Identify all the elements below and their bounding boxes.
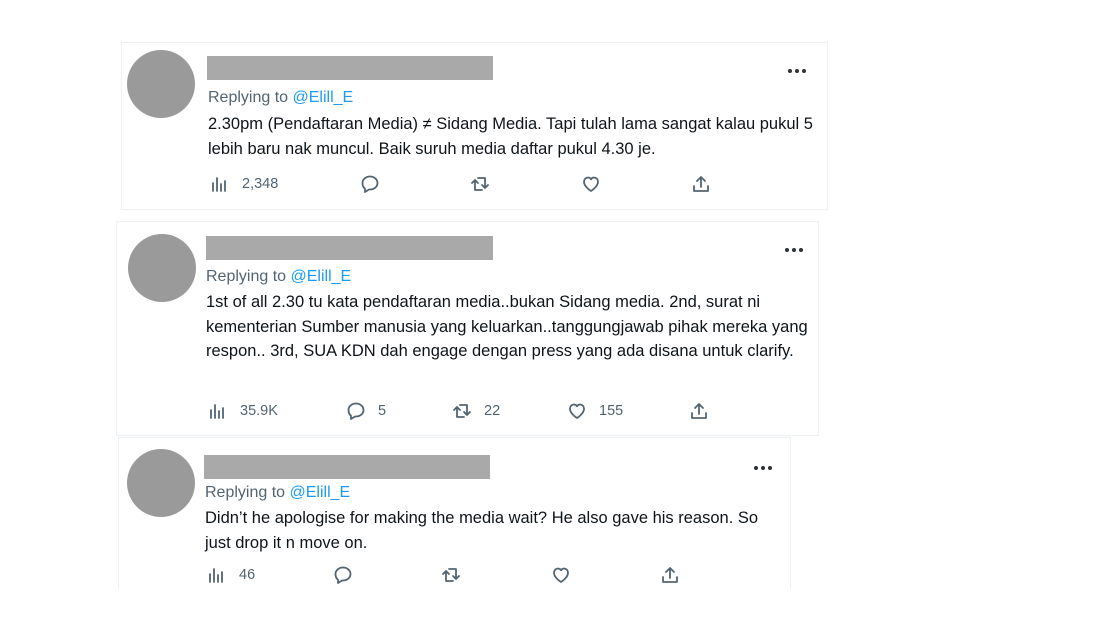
reply-action[interactable]: 5 bbox=[346, 401, 386, 421]
reply-icon bbox=[361, 175, 379, 193]
redacted-name bbox=[204, 455, 490, 479]
redacted-name bbox=[206, 236, 493, 260]
share-action[interactable] bbox=[660, 565, 680, 585]
views-icon bbox=[212, 177, 226, 192]
tweet-text: 2.30pm (Pendaftaran Media) ≠ Sidang Medi… bbox=[208, 115, 813, 158]
replying-handle-link[interactable]: @Elill_E bbox=[290, 484, 351, 501]
share-action[interactable] bbox=[689, 401, 709, 421]
replying-prefix: Replying to bbox=[206, 268, 287, 285]
reply-icon bbox=[347, 402, 365, 420]
share-action[interactable] bbox=[691, 174, 711, 194]
more-icon[interactable] bbox=[752, 463, 774, 473]
replying-prefix: Replying to bbox=[205, 484, 286, 501]
views-count: 2,348 bbox=[242, 176, 279, 192]
like-action[interactable]: 155 bbox=[567, 401, 623, 421]
views-icon bbox=[210, 404, 224, 419]
replying-prefix: Replying to bbox=[208, 89, 289, 106]
tweet-card[interactable]: Replying to @Elill_E Didn’t he apologise… bbox=[118, 437, 791, 589]
tweet-text: 1st of all 2.30 tu kata pendaftaran medi… bbox=[206, 293, 808, 360]
avatar[interactable] bbox=[127, 50, 195, 118]
share-icon bbox=[662, 567, 678, 583]
retweet-action[interactable] bbox=[441, 565, 473, 585]
reply-icon bbox=[334, 566, 352, 584]
retweet-icon bbox=[471, 177, 489, 191]
replying-handle-link[interactable]: @Elill_E bbox=[291, 268, 352, 285]
like-action[interactable] bbox=[551, 565, 583, 585]
replying-to: Replying to @Elill_E bbox=[206, 268, 351, 286]
retweet-icon bbox=[453, 404, 471, 418]
reply-action[interactable] bbox=[333, 565, 365, 585]
retweet-icon bbox=[442, 568, 460, 582]
replying-to: Replying to @Elill_E bbox=[208, 89, 353, 107]
like-action[interactable] bbox=[581, 174, 613, 194]
avatar[interactable] bbox=[128, 234, 196, 302]
like-icon bbox=[569, 403, 585, 419]
tweet-card[interactable]: Replying to @Elill_E 2.30pm (Pendaftaran… bbox=[121, 42, 828, 210]
views-count: 46 bbox=[239, 567, 256, 583]
tweet-card[interactable]: Replying to @Elill_E 1st of all 2.30 tu … bbox=[116, 221, 819, 436]
tweet-actions: 2,348 bbox=[210, 174, 730, 194]
like-icon bbox=[583, 176, 599, 192]
reply-action[interactable] bbox=[360, 174, 392, 194]
share-icon bbox=[691, 403, 707, 419]
reply-count: 5 bbox=[378, 403, 387, 419]
more-icon[interactable] bbox=[786, 66, 808, 76]
retweet-count: 22 bbox=[484, 403, 501, 419]
avatar[interactable] bbox=[127, 449, 195, 517]
like-icon bbox=[553, 567, 569, 583]
tweet-text: Didn’t he apologise for making the media… bbox=[205, 509, 759, 552]
tweet-actions: 35.9K 5 22 155 bbox=[208, 401, 728, 421]
views-action[interactable]: 35.9K bbox=[208, 401, 278, 421]
replying-handle-link[interactable]: @Elill_E bbox=[293, 89, 354, 106]
share-icon bbox=[693, 176, 709, 192]
redacted-name bbox=[207, 56, 493, 80]
views-icon bbox=[209, 568, 223, 583]
like-count: 155 bbox=[599, 403, 624, 419]
more-icon[interactable] bbox=[783, 245, 805, 255]
views-count: 35.9K bbox=[240, 403, 278, 419]
views-action[interactable]: 2,348 bbox=[210, 174, 278, 194]
views-action[interactable]: 46 bbox=[207, 565, 255, 585]
retweet-action[interactable] bbox=[470, 174, 502, 194]
retweet-action[interactable]: 22 bbox=[452, 401, 500, 421]
tweet-actions: 46 bbox=[207, 565, 707, 585]
replying-to: Replying to @Elill_E bbox=[205, 484, 350, 502]
